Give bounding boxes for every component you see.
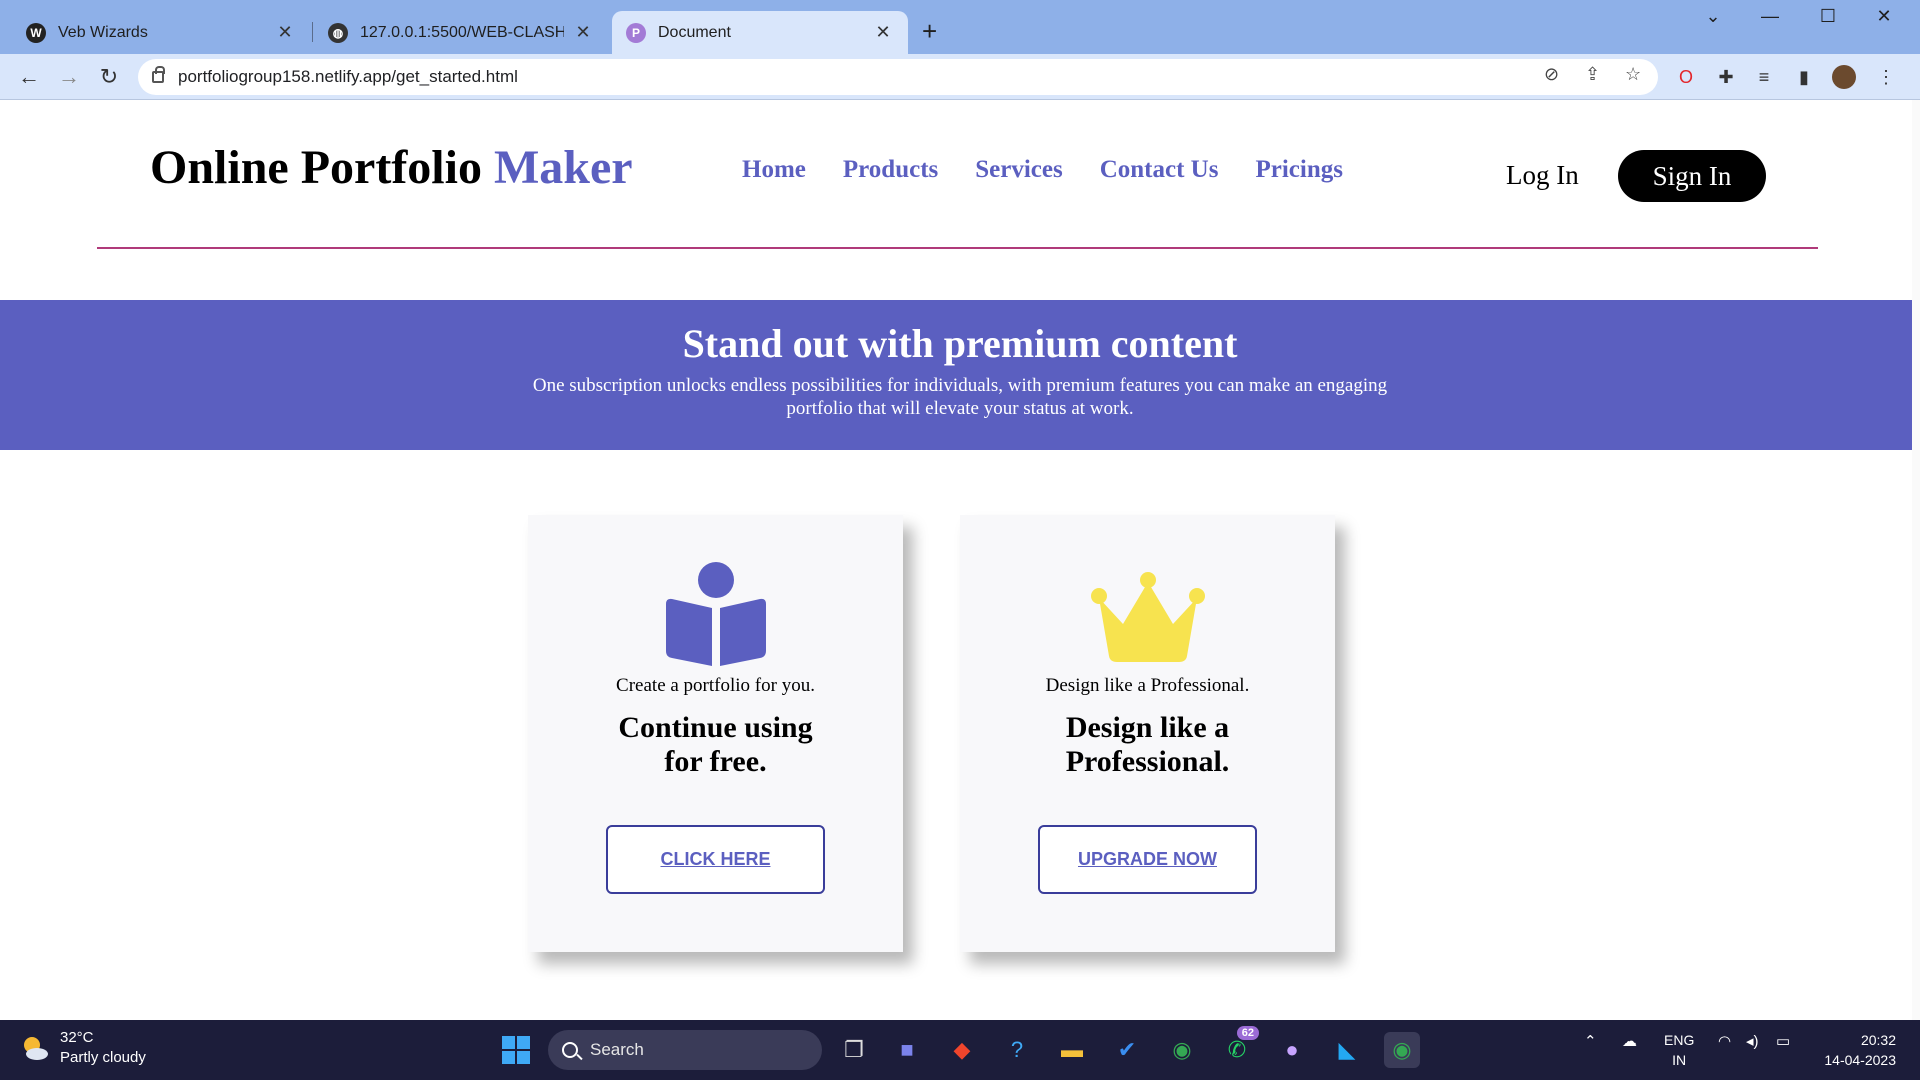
card-subtitle: Design like a Professional.	[1045, 675, 1250, 696]
brand-accent-text: Maker	[493, 141, 633, 194]
card-title: Continue using for free.	[618, 711, 813, 778]
minimize-icon[interactable]: —	[1750, 6, 1790, 27]
volume-icon[interactable]: ◂)	[1746, 1032, 1759, 1050]
tab-separator	[312, 22, 313, 42]
crown-icon	[1090, 572, 1205, 662]
back-arrow-icon[interactable]: ←	[14, 62, 44, 92]
card-title: Design like a Professional.	[1065, 711, 1230, 778]
card-subtitle: Create a portfolio for you.	[616, 675, 815, 696]
media-control-icon[interactable]: ≡	[1752, 65, 1776, 89]
wifi-icon[interactable]: ◠	[1718, 1032, 1731, 1050]
banner-text: One subscription unlocks endless possibi…	[532, 375, 1388, 419]
address-bar[interactable]: portfoliogroup158.netlify.app/get_starte…	[138, 59, 1658, 95]
header-divider	[97, 247, 1818, 249]
github-icon[interactable]: ●	[1274, 1032, 1310, 1068]
premium-banner: Stand out with premium content One subsc…	[0, 300, 1920, 450]
login-link[interactable]: Log In	[1506, 160, 1579, 191]
book-reader-icon	[665, 562, 766, 666]
windows-taskbar: 32°C Partly cloudy Search ❐ ■ ◆ ? ▬ ✔ ◉ …	[0, 1020, 1920, 1080]
tab-title: Document	[658, 23, 731, 41]
web-page: Online Portfolio Maker Home Products Ser…	[0, 100, 1920, 1020]
system-clock[interactable]: 20:32 14-04-2023	[1814, 1030, 1896, 1070]
tab-document[interactable]: P Document ✕	[612, 11, 908, 54]
clock-time: 20:32	[1860, 1032, 1896, 1048]
upgrade-now-button[interactable]: UPGRADE NOW	[1038, 825, 1257, 894]
chrome-active-icon[interactable]: ◉	[1384, 1032, 1420, 1068]
side-panel-icon[interactable]: ▮	[1792, 65, 1816, 89]
tab-title: Veb Wizards	[58, 23, 148, 41]
whatsapp-icon[interactable]: ✆ 62	[1219, 1026, 1259, 1068]
close-tab-icon[interactable]: ✕	[572, 22, 594, 43]
wordpress-icon: W	[26, 22, 46, 43]
portfolio-icon: P	[626, 22, 646, 43]
premium-plan-card: Design like a Professional. Design like …	[960, 515, 1335, 952]
free-plan-card: Create a portfolio for you. Continue usi…	[528, 515, 903, 952]
whatsapp-badge: 62	[1236, 1026, 1259, 1040]
click-here-button[interactable]: CLICK HERE	[606, 825, 825, 894]
onedrive-cloud-icon[interactable]: ☁	[1622, 1032, 1637, 1050]
language-indicator[interactable]: ENG IN	[1664, 1030, 1694, 1070]
help-app-icon[interactable]: ?	[999, 1032, 1035, 1068]
weather-text: Partly cloudy	[60, 1049, 146, 1066]
battery-icon[interactable]: ▭	[1776, 1032, 1790, 1050]
nav-contact-us[interactable]: Contact Us	[1100, 156, 1219, 184]
profile-avatar[interactable]	[1832, 65, 1856, 89]
banner-title: Stand out with premium content	[682, 321, 1238, 366]
browser-toolbar: ← → ↻ portfoliogroup158.netlify.app/get_…	[0, 54, 1920, 100]
nav-home[interactable]: Home	[742, 156, 806, 184]
tab-title: 127.0.0.1:5500/WEB-CLASH/inde	[360, 23, 564, 41]
tab-search-chevron-icon[interactable]: ⌄	[1693, 6, 1733, 27]
opera-extension-icon[interactable]: O	[1674, 65, 1698, 89]
browser-tab-strip: W Veb Wizards ✕ ◍ 127.0.0.1:5500/WEB-CLA…	[0, 0, 1920, 54]
close-tab-icon[interactable]: ✕	[274, 22, 296, 43]
anydesk-icon[interactable]: ◆	[944, 1032, 980, 1068]
temperature: 32°C	[60, 1029, 94, 1046]
site-logo[interactable]: Online Portfolio Maker	[150, 140, 633, 195]
brand-text: Online Portfolio	[150, 141, 482, 194]
signin-button[interactable]: Sign In	[1618, 150, 1766, 202]
teams-chat-icon[interactable]: ■	[889, 1032, 925, 1068]
url-text[interactable]: portfoliogroup158.netlify.app/get_starte…	[178, 67, 518, 87]
share-icon[interactable]: ⇪	[1585, 64, 1600, 85]
close-tab-icon[interactable]: ✕	[872, 22, 894, 43]
file-explorer-icon[interactable]: ▬	[1054, 1032, 1090, 1068]
star-icon[interactable]: ☆	[1625, 64, 1641, 85]
taskbar-search[interactable]: Search	[548, 1030, 822, 1070]
vscode-icon[interactable]: ◣	[1329, 1032, 1365, 1068]
more-menu-icon[interactable]: ⋮	[1874, 65, 1898, 89]
tab-veb-wizards[interactable]: W Veb Wizards ✕	[12, 11, 310, 54]
todo-check-icon[interactable]: ✔	[1109, 1032, 1145, 1068]
extensions-puzzle-icon[interactable]: ✚	[1714, 65, 1738, 89]
maximize-icon[interactable]: ☐	[1808, 6, 1848, 27]
nav-products[interactable]: Products	[843, 156, 938, 184]
task-view-icon[interactable]: ❐	[836, 1032, 872, 1068]
globe-icon: ◍	[328, 22, 348, 43]
window-close-icon[interactable]: ✕	[1864, 6, 1904, 27]
tab-localhost[interactable]: ◍ 127.0.0.1:5500/WEB-CLASH/inde ✕	[314, 11, 608, 54]
lang-bottom: IN	[1672, 1052, 1687, 1068]
clock-date: 14-04-2023	[1824, 1052, 1896, 1068]
forward-arrow-icon[interactable]: →	[54, 62, 84, 92]
reload-icon[interactable]: ↻	[94, 62, 124, 92]
page-scrollbar[interactable]	[1912, 100, 1920, 1020]
search-icon	[562, 1042, 578, 1058]
show-hidden-icons-chevron-icon[interactable]: ⌃	[1584, 1032, 1597, 1050]
eye-off-icon[interactable]: ⊘	[1544, 64, 1559, 85]
search-label: Search	[590, 1040, 644, 1059]
new-tab-icon[interactable]: +	[922, 16, 937, 47]
chrome-icon[interactable]: ◉	[1164, 1032, 1200, 1068]
nav-services[interactable]: Services	[975, 156, 1062, 184]
lock-icon[interactable]	[152, 66, 165, 83]
weather-widget[interactable]: 32°C Partly cloudy	[20, 1028, 146, 1068]
nav-pricings[interactable]: Pricings	[1255, 156, 1343, 184]
partly-cloudy-icon	[24, 1037, 48, 1060]
windows-start-icon[interactable]	[502, 1036, 530, 1064]
main-nav: Home Products Services Contact Us Pricin…	[742, 156, 1343, 184]
lang-top: ENG	[1664, 1032, 1695, 1048]
